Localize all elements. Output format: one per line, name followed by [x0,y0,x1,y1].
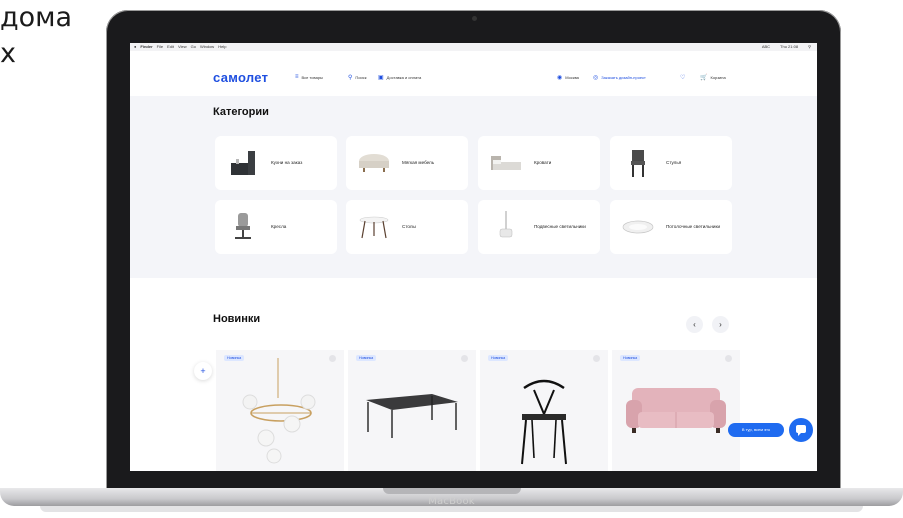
category-label: Стулья [666,160,682,165]
product-tag: Новинка [356,355,377,361]
all-goods-label: Все товары [301,74,323,80]
menubar-item[interactable]: File [157,43,163,51]
category-card[interactable]: Мягкая мебель [346,136,468,190]
heart-icon: ♡ [680,75,686,81]
background-heading-line2: х [0,38,16,69]
favorite-icon[interactable] [329,355,336,362]
design-icon: ◎ [593,75,599,81]
menubar-status-item[interactable]: ABC [762,43,770,51]
menubar-item[interactable]: View [178,43,187,51]
search-link[interactable]: ⚲ Поиск [348,74,367,81]
categories-section: Категории Кухни на заказ Мягкая мебель К… [130,96,817,278]
pink-sofa-image [626,388,726,433]
laptop-base-notch [383,488,521,494]
chat-icon [796,425,806,436]
coffee-table-image [366,394,458,438]
menubar-item[interactable]: Window [200,43,214,51]
city-label: Москва [565,75,579,80]
menu-icon: ≡ [295,74,299,80]
cart-label: Корзина [710,75,726,80]
category-label: Потолочные светильники [666,224,721,229]
product-tag: Новинка [488,355,509,361]
search-label: Поиск [355,75,367,80]
category-label: Кухни на заказ [271,160,303,165]
categories-title: Категории [213,106,269,118]
background-heading-line1: дома [0,2,73,33]
category-label: Подвесные светильники [534,224,586,229]
office-chair-icon [225,209,261,245]
carousel-next-button[interactable]: › [712,316,729,333]
bed-icon [488,145,524,181]
pendant-lamp-icon [488,209,524,245]
product-tag: Новинка [620,355,641,361]
ceiling-lamp-icon [620,209,656,245]
menubar-item[interactable]: Finder [140,43,152,51]
product-card[interactable]: Новинка [348,350,476,471]
menubar-item[interactable]: Edit [167,43,174,51]
all-goods-link[interactable]: ≡ Все товары [295,74,323,80]
category-label: Мягкая мебель [402,160,435,165]
category-card[interactable]: Кухни на заказ [215,136,337,190]
menubar-item[interactable]: Help [218,43,226,51]
category-card[interactable]: Кровати [478,136,600,190]
cart-icon: 🛒 [700,75,708,81]
truck-icon: ▣ [378,75,384,81]
favorite-icon[interactable] [461,355,468,362]
pouf-icon [356,145,392,181]
cart-link[interactable]: 🛒 Корзина [700,74,726,81]
screen: ● Finder File Edit View Go Window Help A… [130,43,817,471]
category-card[interactable]: Столы [346,200,468,254]
chandelier-image [242,358,316,464]
product-card[interactable]: Новинка [216,350,344,471]
favorite-icon[interactable] [725,355,732,362]
new-items-title: Новинки [213,313,261,325]
wishbone-chair-image [521,379,567,465]
laptop-brand-label: MacBook [428,496,475,507]
category-label: Столы [402,224,416,229]
design-label: Заказать дизайн-проект [601,75,646,80]
menubar-status-item[interactable]: Thu 21:08 [780,43,798,51]
menubar-status: ABC Thu 21:08 ⚲ [758,43,811,51]
chat-button[interactable] [789,418,813,442]
category-card[interactable]: Кресла [215,200,337,254]
menubar-item[interactable]: Go [191,43,196,51]
city-selector[interactable]: ◉ Москва [557,74,579,81]
kitchen-icon [225,145,261,181]
chat-pill[interactable]: В тур, всем это [728,423,784,437]
site-logo[interactable]: самолет [213,70,268,85]
table-icon [356,209,392,245]
delivery-label: Доставка и оплата [386,75,422,80]
background-heading: дома х [0,0,72,72]
search-icon: ⚲ [348,75,353,81]
category-card[interactable]: Потолочные светильники [610,200,732,254]
category-label: Кресла [271,224,287,229]
category-card[interactable]: Стулья [610,136,732,190]
category-label: Кровати [534,160,552,165]
category-card[interactable]: Подвесные светильники [478,200,600,254]
design-project-link[interactable]: ◎ Заказать дизайн-проект [593,74,646,81]
product-card[interactable]: Новинка [480,350,608,471]
location-pin-icon: ◉ [557,75,563,81]
favorite-icon[interactable] [593,355,600,362]
delivery-link[interactable]: ▣ Доставка и оплата [378,74,421,81]
mac-menubar: ● Finder File Edit View Go Window Help A… [130,43,817,51]
apple-menu-icon[interactable]: ● [134,43,136,51]
favorites-button[interactable]: ♡ [680,74,685,81]
spotlight-icon[interactable]: ⚲ [808,43,811,51]
add-button[interactable]: + [194,362,212,380]
product-card[interactable]: Новинка [612,350,740,471]
camera-dot [471,16,477,21]
carousel-prev-button[interactable]: ‹ [686,316,703,333]
site-header: самолет ≡ Все товары ⚲ Поиск ▣ Доставка … [130,51,817,97]
chair-icon [620,145,656,181]
